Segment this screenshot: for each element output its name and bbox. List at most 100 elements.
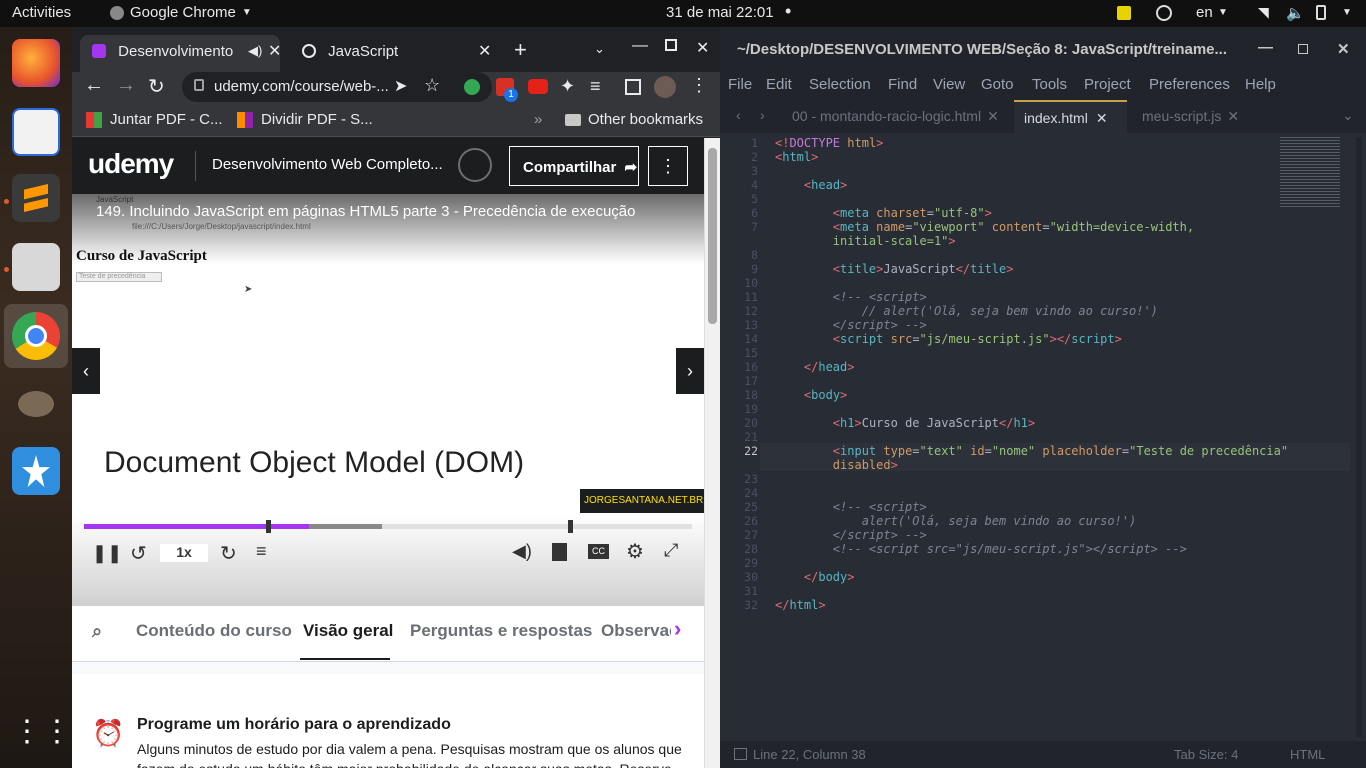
close-tab-icon[interactable]: ✕ [1096,110,1108,126]
other-bookmarks[interactable]: Other bookmarks [588,111,703,128]
activities-button[interactable]: Activities [12,4,71,21]
search-icon[interactable]: ⌕ [92,621,102,642]
menu-file[interactable]: File [728,76,752,93]
extensions-puzzle-icon[interactable]: ✦ [560,76,575,97]
rewind-icon[interactable]: ↺ [130,541,147,566]
clock[interactable]: 31 de mai 22:01 [666,4,774,21]
more-options-button[interactable]: ⋮ [648,146,688,186]
tab-list-icon[interactable]: ⌄ [1342,107,1354,124]
forward-icon[interactable]: ↻ [220,541,237,566]
tab-perguntas[interactable]: Perguntas e respostas [410,621,592,641]
menu-selection[interactable]: Selection [809,76,871,93]
close-window-icon[interactable]: ✕ [1337,40,1350,58]
youtube-extension-icon[interactable] [528,79,548,94]
scrollbar-thumb[interactable] [708,148,717,324]
video-player[interactable]: 149. Incluindo JavaScript em páginas HTM… [72,194,704,606]
text-editor-icon[interactable] [12,108,60,156]
media-control-icon[interactable]: ≡ [590,76,601,97]
files-icon[interactable] [12,243,60,291]
menu-edit[interactable]: Edit [766,76,792,93]
tab-visao-geral[interactable]: Visão geral [303,621,393,641]
minimap[interactable] [1280,133,1352,213]
editor-scrollbar[interactable] [1356,137,1362,737]
extension-plus-icon[interactable] [464,79,480,95]
menu-project[interactable]: Project [1084,76,1131,93]
back-icon[interactable]: ← [84,74,104,97]
address-bar[interactable]: udemy.com/course/web-... [182,72,492,102]
close-window-icon[interactable]: ✕ [696,38,709,58]
progress-track[interactable] [84,520,692,533]
chevron-right-icon[interactable]: › [674,616,681,642]
profile-avatar[interactable] [654,76,676,98]
tab-scroll-right-icon[interactable]: › [760,107,765,123]
system-menu-caret-icon[interactable]: ▼ [1342,7,1352,18]
wifi-icon[interactable]: ◥ [1258,4,1269,21]
close-tab-icon[interactable]: ✕ [1227,108,1239,124]
tab-observacoes[interactable]: Observaç [601,621,671,641]
app-menu[interactable]: Google Chrome ▼ [110,4,252,21]
menu-find[interactable]: Find [888,76,917,93]
minimize-icon[interactable]: — [632,37,648,55]
transcript-icon[interactable] [552,543,567,561]
editor-tab[interactable]: 00 - montando-racio-logic.html ✕ [782,100,1009,133]
captions-icon[interactable]: CC [588,544,609,559]
panel-toggle-icon[interactable] [734,748,747,760]
course-title[interactable]: Desenvolvimento Web Completo... [212,156,443,173]
pause-icon[interactable]: ❚❚ [92,543,122,564]
prev-lecture-button[interactable]: ‹ [72,348,100,394]
new-tab-icon[interactable]: + [514,37,527,63]
syntax-selector[interactable]: HTML [1290,747,1325,762]
next-lecture-button[interactable]: › [676,348,704,394]
minimize-icon[interactable]: — [1258,39,1273,56]
tab-audio-icon[interactable]: ◀) [248,43,262,59]
menu-tools[interactable]: Tools [1032,76,1067,93]
show-apps-icon[interactable]: ⋮⋮⋮ [12,709,102,757]
progress-trophy-icon[interactable] [458,148,492,182]
side-panel-icon[interactable] [625,79,641,95]
close-tab-icon[interactable]: ✕ [987,108,999,124]
tab-size[interactable]: Tab Size: 4 [1174,747,1238,762]
page-scrollbar[interactable] [704,138,720,768]
tab-search-icon[interactable]: ⌄ [594,41,605,57]
volume-icon[interactable]: 🔈 [1286,4,1305,22]
menu-goto[interactable]: Goto [981,76,1014,93]
chrome-dock-icon[interactable] [12,312,60,360]
reload-icon[interactable]: ↻ [148,74,165,99]
menu-view[interactable]: View [933,76,965,93]
maximize-icon[interactable] [1298,44,1308,54]
send-icon[interactable]: ➤ [394,76,407,96]
bookmark-item[interactable]: Juntar PDF - C... [110,111,223,128]
udemy-logo[interactable]: udemy [88,148,174,180]
playback-speed-button[interactable]: 1x [160,544,208,562]
gimp-icon[interactable] [12,381,60,429]
close-tab-icon[interactable]: ✕ [268,41,281,61]
share-button[interactable]: Compartilhar ➦ [509,146,639,186]
editor-tab[interactable]: meu-script.js ✕ [1132,100,1249,133]
close-tab-icon[interactable]: ✕ [478,41,491,61]
more-bookmarks-icon[interactable]: » [534,111,542,128]
battery-icon[interactable] [1316,5,1326,20]
settings-gear-icon[interactable]: ⚙ [626,539,644,564]
tab-scroll-left-icon[interactable]: ‹ [736,107,741,123]
chrome-menu-icon[interactable]: ⋮ [690,75,708,96]
menu-preferences[interactable]: Preferences [1149,76,1230,93]
editor-tab-active[interactable]: index.html ✕ [1014,100,1127,133]
software-center-icon[interactable] [12,447,60,495]
firefox-icon[interactable] [12,39,60,87]
maximize-icon[interactable] [665,39,677,51]
notes-indicator-icon[interactable] [1117,6,1131,20]
menu-help[interactable]: Help [1245,76,1276,93]
bookmark-item[interactable]: Dividir PDF - S... [261,111,373,128]
bookmark-marker[interactable] [266,520,271,533]
language-selector[interactable]: en [1196,4,1213,21]
bookmark-marker[interactable] [568,520,573,533]
tab-javascript[interactable]: JavaScript [290,35,490,72]
bookmark-star-icon[interactable]: ☆ [424,75,440,96]
volume-icon[interactable]: ◀) [512,541,532,562]
code-area[interactable]: <!DOCTYPE html> <html> <head> <meta char… [775,133,1335,753]
accessibility-icon[interactable] [1156,5,1172,21]
forward-icon[interactable]: → [116,74,136,97]
fullscreen-icon[interactable]: ⤢ [664,540,678,561]
sublime-text-icon[interactable] [12,174,60,222]
tab-conteudo[interactable]: Conteúdo do curso [136,621,292,641]
